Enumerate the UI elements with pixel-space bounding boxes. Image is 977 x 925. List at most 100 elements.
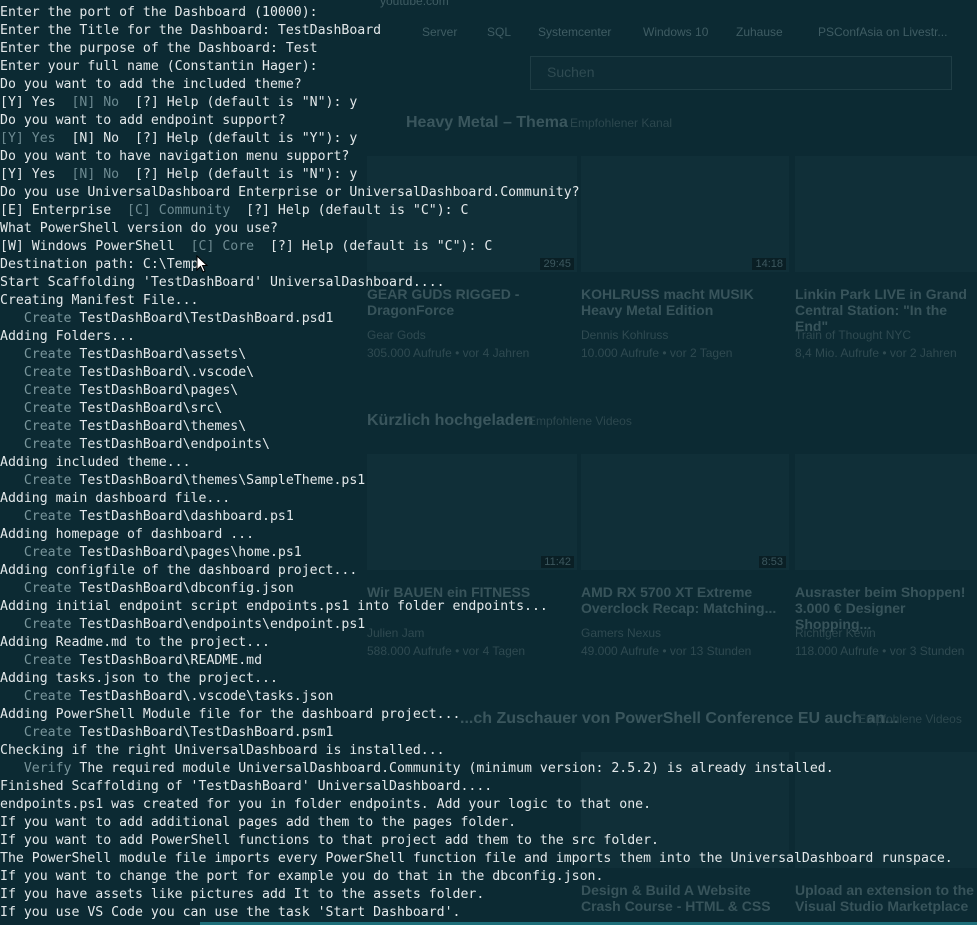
console-line: Create TestDashBoard\.vscode\	[0, 364, 977, 382]
console-line: If you want to add PowerShell functions …	[0, 832, 977, 850]
console-line: Create TestDashBoard\TestDashBoard.psd1	[0, 310, 977, 328]
console-text: TestDashBoard\TestDashBoard.psd1	[71, 311, 334, 326]
console-text: If you want to add PowerShell functions …	[0, 833, 659, 848]
console-text: Finished Scaffolding of 'TestDashBoard' …	[0, 779, 493, 794]
console-text: Destination path: C:\Temp	[0, 257, 199, 272]
console-text: TestDashBoard\pages\	[71, 383, 239, 398]
console-line: The PowerShell module file imports every…	[0, 850, 977, 868]
console-line: Create TestDashBoard\pages\home.ps1	[0, 544, 977, 562]
console-line: [W] Windows PowerShell [C] Core [?] Help…	[0, 238, 977, 256]
console-text: [?] Help (default is "C"): C	[230, 203, 469, 218]
console-action-label: Create	[0, 581, 72, 596]
console-line: endpoints.ps1 was created for you in fol…	[0, 796, 977, 814]
console-line: Adding Folders...	[0, 328, 977, 346]
console-text: Do you want to add the included theme?	[0, 77, 302, 92]
console-text: Do you want to have navigation menu supp…	[0, 149, 350, 164]
console-text: TestDashBoard\assets\	[71, 347, 247, 362]
console-line: Create TestDashBoard\pages\	[0, 382, 977, 400]
console-line: Create TestDashBoard\dbconfig.json	[0, 580, 977, 598]
console-text: TestDashBoard\src\	[71, 401, 223, 416]
console-line: Enter the port of the Dashboard (10000):	[0, 4, 977, 22]
console-action-label: Verify	[0, 761, 72, 776]
console-line: Do you use UniversalDashboard Enterprise…	[0, 184, 977, 202]
console-line: [E] Enterprise [C] Community [?] Help (d…	[0, 202, 977, 220]
console-text: TestDashBoard\.vscode\tasks.json	[71, 689, 334, 704]
console-text: TestDashBoard\TestDashBoard.psm1	[71, 725, 334, 740]
console-default-choice: [Y] Yes	[0, 131, 56, 146]
console-line: Create TestDashBoard\src\	[0, 400, 977, 418]
console-default-choice: [C] Core	[190, 239, 255, 254]
console-line: Verify The required module UniversalDash…	[0, 760, 977, 778]
console-line: Adding tasks.json to the project...	[0, 670, 977, 688]
console-action-label: Create	[0, 311, 72, 326]
console-text: [Y] Yes	[0, 167, 72, 182]
console-text: TestDashBoard\.vscode\	[71, 365, 255, 380]
console-text: Checking if the right UniversalDashboard…	[0, 743, 445, 758]
console-line: Create TestDashBoard\endpoints\	[0, 436, 977, 454]
console-text: What PowerShell version do you use?	[0, 221, 278, 236]
console-text: [?] Help (default is "N"): y	[119, 95, 358, 110]
console-line: What PowerShell version do you use?	[0, 220, 977, 238]
console-text: Adding included theme...	[0, 455, 191, 470]
console-text: Enter the Title for the Dashboard: TestD…	[0, 23, 382, 38]
console-action-label: Create	[0, 365, 72, 380]
console-action-label: Create	[0, 509, 72, 524]
console-line: Finished Scaffolding of 'TestDashBoard' …	[0, 778, 977, 796]
console-default-choice: [N] No	[71, 95, 120, 110]
console-line: If you want to add additional pages add …	[0, 814, 977, 832]
console-action-label: Create	[0, 653, 72, 668]
powershell-console[interactable]: Enter the port of the Dashboard (10000):…	[0, 4, 977, 925]
console-line: Adding configfile of the dashboard proje…	[0, 562, 977, 580]
console-text: Enter your full name (Constantin Hager):	[0, 59, 318, 74]
console-line: If you want to change the port for examp…	[0, 868, 977, 886]
console-line: [Y] Yes [N] No [?] Help (default is "N")…	[0, 166, 977, 184]
console-line: If you have assets like pictures add It …	[0, 886, 977, 904]
console-line: [Y] Yes [N] No [?] Help (default is "Y")…	[0, 130, 977, 148]
console-text: [Y] Yes	[0, 95, 72, 110]
console-action-label: Create	[0, 347, 72, 362]
console-text: [?] Help (default is "N"): y	[119, 167, 358, 182]
console-text: Adding configfile of the dashboard proje…	[0, 563, 358, 578]
console-text: Creating Manifest File...	[0, 293, 199, 308]
console-text: If you want to change the port for examp…	[0, 869, 604, 884]
console-line: If you use VS Code you can use the task …	[0, 904, 977, 922]
console-line: Checking if the right UniversalDashboard…	[0, 742, 977, 760]
console-text: Adding Folders...	[0, 329, 135, 344]
console-text: TestDashBoard\dbconfig.json	[71, 581, 294, 596]
console-action-label: Create	[0, 689, 72, 704]
console-default-choice: [N] No	[71, 167, 120, 182]
console-line: Do you want to add the included theme?	[0, 76, 977, 94]
console-text: Adding main dashboard file...	[0, 491, 231, 506]
mouse-cursor-icon	[196, 255, 208, 273]
console-action-label: Create	[0, 401, 72, 416]
console-text: Adding tasks.json to the project...	[0, 671, 278, 686]
console-line: Adding PowerShell Module file for the da…	[0, 706, 977, 724]
console-action-label: Create	[0, 725, 72, 740]
console-line: Create TestDashBoard\TestDashBoard.psm1	[0, 724, 977, 742]
console-text: If you use VS Code you can use the task …	[0, 905, 461, 920]
console-line: Create TestDashBoard\assets\	[0, 346, 977, 364]
console-line: Create TestDashBoard\README.md	[0, 652, 977, 670]
console-text: Enter the port of the Dashboard (10000):	[0, 5, 318, 20]
console-line: Enter your full name (Constantin Hager):	[0, 58, 977, 76]
console-text: Do you use UniversalDashboard Enterprise…	[0, 185, 580, 200]
console-line: Create TestDashBoard\dashboard.ps1	[0, 508, 977, 526]
console-text: If you want to add additional pages add …	[0, 815, 517, 830]
console-line: Do you want to add endpoint support?	[0, 112, 977, 130]
console-line: Do you want to have navigation menu supp…	[0, 148, 977, 166]
console-text: TestDashBoard\pages\home.ps1	[71, 545, 302, 560]
console-text: TestDashBoard\endpoints\endpoint.ps1	[71, 617, 366, 632]
console-text: Adding Readme.md to the project...	[0, 635, 270, 650]
console-line: Adding Readme.md to the project...	[0, 634, 977, 652]
console-line: Enter the purpose of the Dashboard: Test	[0, 40, 977, 58]
console-action-label: Create	[0, 419, 72, 434]
console-action-label: Create	[0, 473, 72, 488]
console-action-label: Create	[0, 617, 72, 632]
console-text: Adding PowerShell Module file for the da…	[0, 707, 461, 722]
console-action-label: Create	[0, 383, 72, 398]
console-line: Create TestDashBoard\.vscode\tasks.json	[0, 688, 977, 706]
console-text: Start Scaffolding 'TestDashBoard' Univer…	[0, 275, 445, 290]
console-action-label: Create	[0, 545, 72, 560]
console-text: TestDashBoard\README.md	[71, 653, 263, 668]
console-text: Do you want to add endpoint support?	[0, 113, 286, 128]
